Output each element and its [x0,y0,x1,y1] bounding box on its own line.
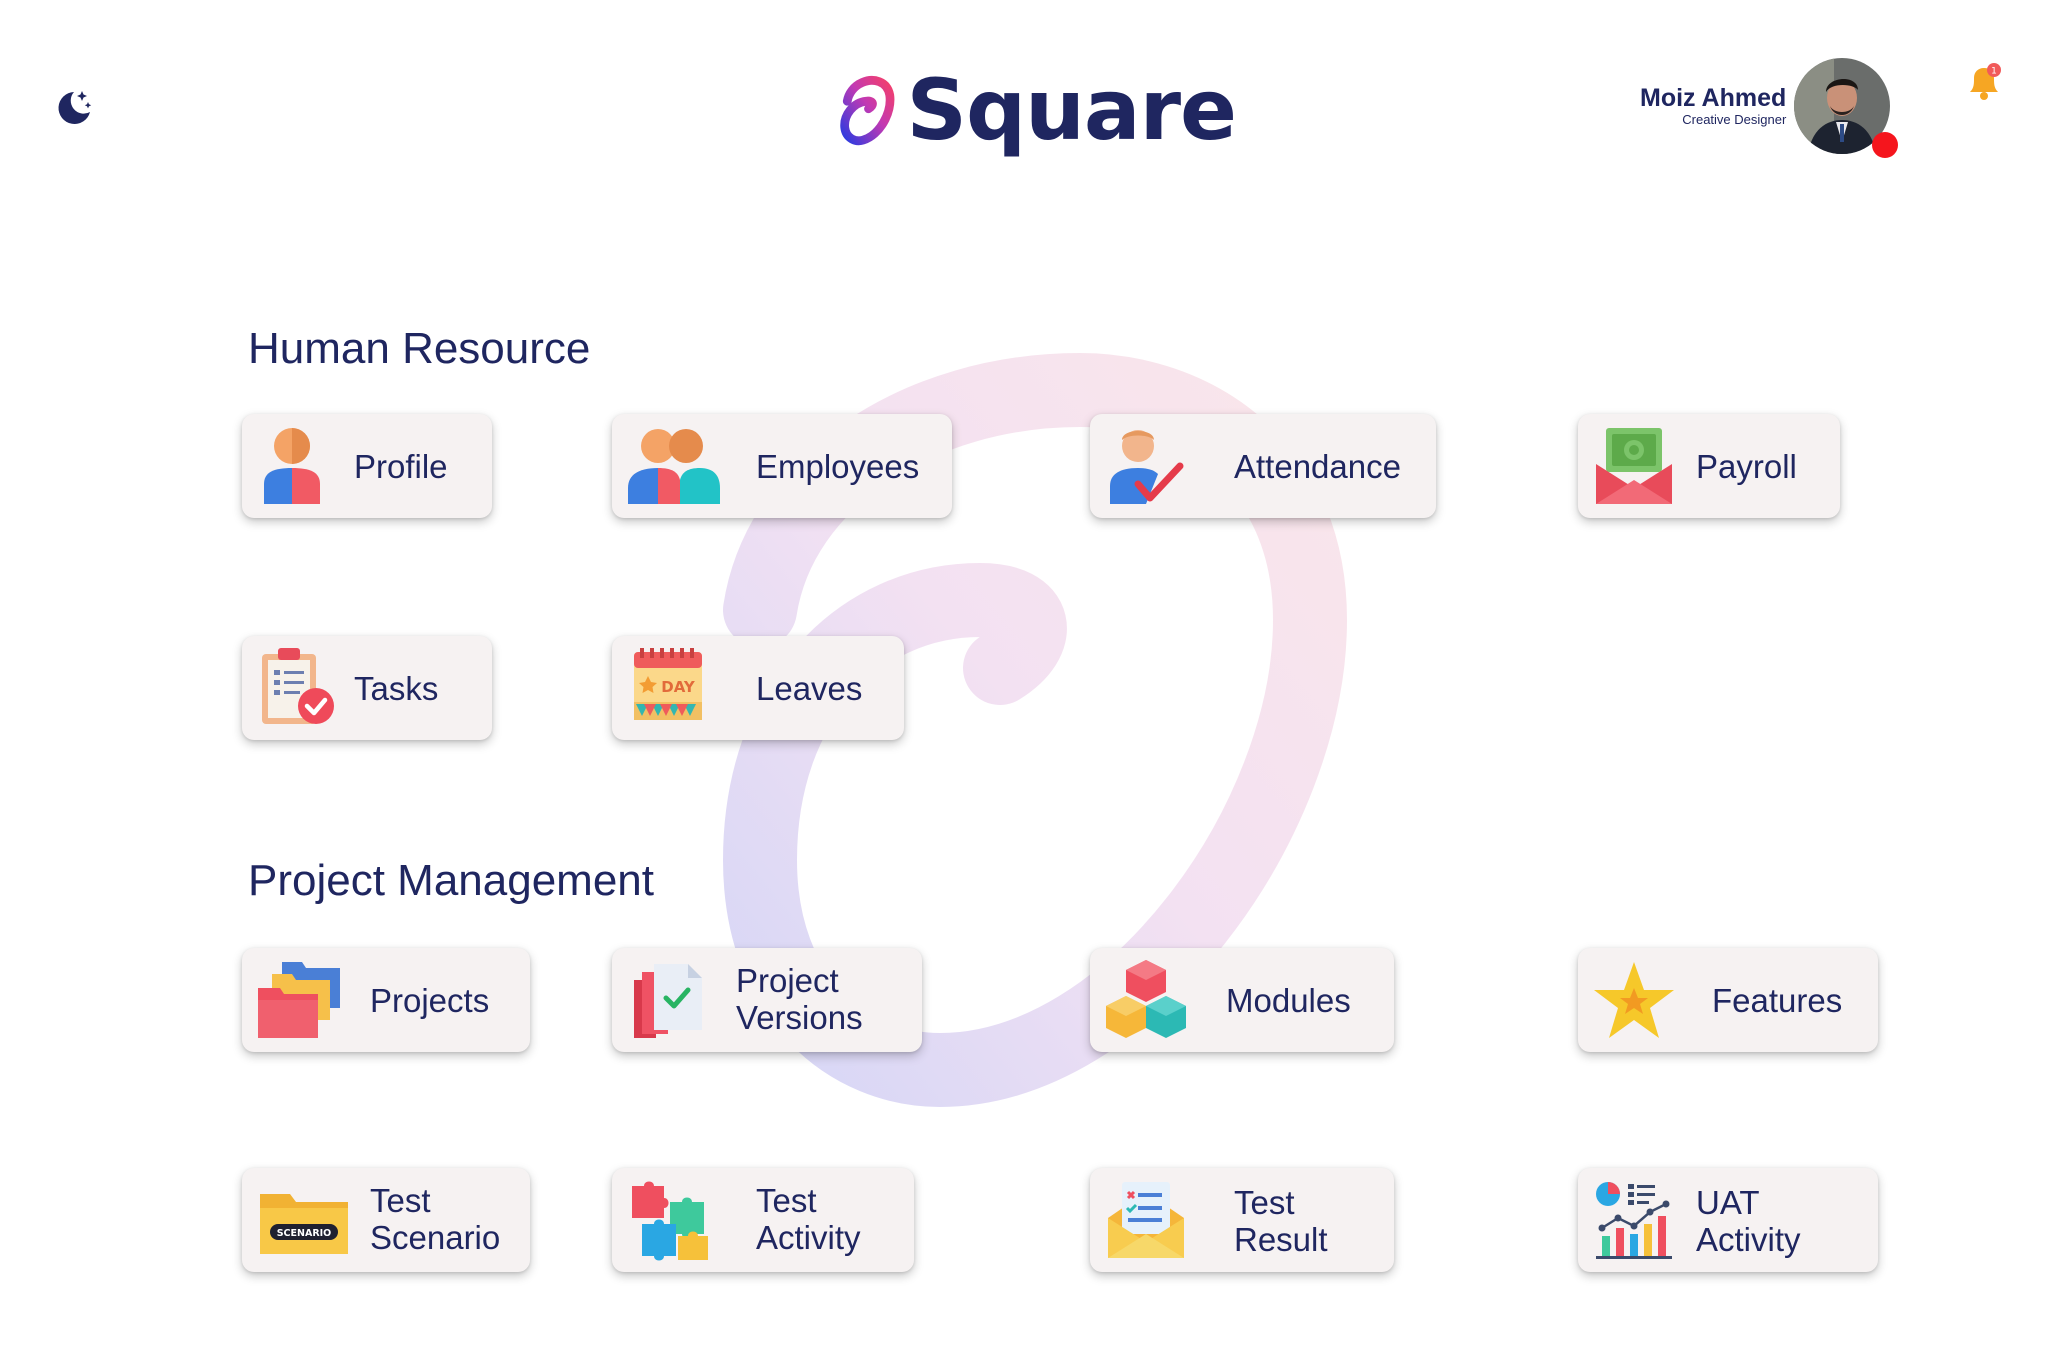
card-payroll[interactable]: Payroll [1578,414,1840,518]
result-envelope-icon [1108,1182,1184,1258]
analytics-chart-icon [1596,1182,1672,1259]
card-leaves[interactable]: DAY Leaves [612,636,904,740]
app-logo[interactable]: Square [836,50,1237,170]
card-label: Profile [354,448,448,485]
documents-check-icon [634,964,702,1038]
calendar-day-icon: DAY [634,648,702,720]
card-project-versions[interactable]: Project Versions [612,948,922,1052]
card-label: Leaves [756,670,863,707]
avatar[interactable] [1794,58,1899,158]
online-status-badge [1872,132,1899,158]
card-label: Projects [370,982,490,1019]
card-label-line1: Test [1234,1184,1295,1221]
card-projects[interactable]: Projects [242,948,530,1052]
card-attendance[interactable]: Attendance [1090,414,1436,518]
money-envelope-icon [1596,428,1672,504]
card-label: Attendance [1234,448,1401,485]
logo-mark-icon [840,76,895,146]
user-icon [264,428,320,504]
card-tasks[interactable]: Tasks [242,636,492,740]
notification-bell-icon[interactable]: 1 [1964,62,2006,104]
users-icon [628,429,720,504]
section-title-human-resource: Human Resource [248,324,591,373]
card-uat-activity[interactable]: UAT Activity [1578,1168,1878,1272]
card-label-line2: Activity [1696,1221,1801,1258]
scenario-tag-text: SCENARIO [277,1228,332,1239]
card-label-line2: Scenario [370,1219,501,1256]
card-label-line1: Test [756,1182,817,1219]
calendar-day-text: DAY [661,678,696,696]
card-label-line2: Versions [736,999,863,1036]
card-label-line1: Test [370,1182,431,1219]
clipboard-check-icon [262,648,334,724]
star-icon [1594,962,1674,1038]
card-label: Modules [1226,982,1351,1019]
card-label-line2: Result [1234,1221,1328,1258]
user-profile-menu[interactable]: Moiz Ahmed Creative Designer [1640,58,1899,158]
card-label-line2: Activity [756,1219,861,1256]
card-employees[interactable]: Employees [612,414,952,518]
card-features[interactable]: Features [1578,948,1878,1052]
section-title-project-management: Project Management [248,856,654,905]
attendance-check-icon [1110,430,1184,504]
card-label: Payroll [1696,448,1797,485]
notification-count: 1 [1991,67,1997,77]
folders-icon [258,962,340,1038]
card-label: Features [1712,982,1843,1019]
card-label: Tasks [354,670,439,707]
card-profile[interactable]: Profile [242,414,492,518]
card-label-line1: UAT [1696,1184,1760,1221]
dark-mode-toggle-icon[interactable] [52,86,94,128]
card-label-line1: Project [736,962,839,999]
card-test-scenario[interactable]: SCENARIO Test Scenario [242,1168,530,1272]
card-label: Employees [756,448,920,485]
card-modules[interactable]: Modules [1090,948,1394,1052]
logo-text: Square [906,61,1237,159]
card-test-result[interactable]: Test Result [1090,1168,1394,1272]
card-test-activity[interactable]: Test Activity [612,1168,914,1272]
cubes-icon [1106,960,1186,1038]
scenario-folder-icon: SCENARIO [260,1194,348,1254]
puzzle-icon [632,1181,708,1261]
user-name: Moiz Ahmed [1640,84,1787,112]
user-role: Creative Designer [1682,112,1787,127]
